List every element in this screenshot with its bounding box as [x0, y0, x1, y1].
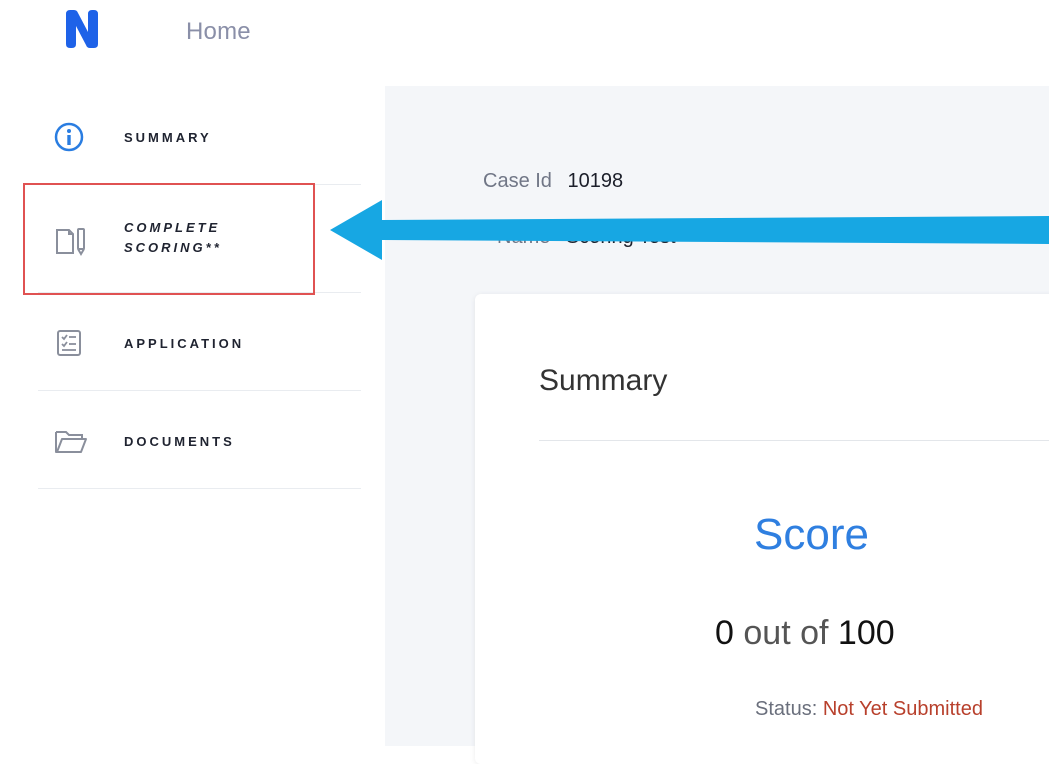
status-line: Status: Not Yet Submitted: [755, 698, 983, 721]
sidebar-item-label: SUMMARY: [124, 130, 212, 145]
score-heading: Score: [754, 510, 869, 559]
card-title: Summary: [539, 364, 668, 397]
score-value: 0: [715, 614, 734, 652]
score-line: 0 out of 100: [715, 614, 895, 653]
folder-icon: [55, 431, 87, 453]
case-id-row: Case Id 10198: [483, 170, 623, 193]
top-bar: Home: [0, 0, 1049, 86]
checklist-icon: [57, 330, 81, 356]
card-divider: [539, 440, 1049, 441]
highlight-box: [23, 183, 315, 295]
case-id-value: 10198: [567, 170, 624, 192]
status-label: Status:: [755, 698, 818, 720]
home-link[interactable]: Home: [186, 18, 251, 46]
sidebar-item-summary[interactable]: SUMMARY: [38, 86, 361, 185]
sidebar-item-documents[interactable]: DOCUMENTS: [38, 390, 361, 489]
status-value: Not Yet Submitted: [822, 698, 983, 720]
app-logo[interactable]: [62, 8, 102, 50]
annotation-arrow: [330, 200, 1049, 260]
score-max: 100: [837, 614, 895, 652]
main-content: Case Id 10198 Name Scoring Test Summary …: [385, 86, 1049, 764]
sidebar-item-label: APPLICATION: [124, 336, 245, 351]
case-id-label: Case Id: [483, 170, 552, 192]
summary-card: Summary Score 0 out of 100 Status: Not Y…: [475, 294, 1049, 764]
sidebar-item-label: DOCUMENTS: [124, 434, 235, 449]
score-out-of: out of: [743, 614, 829, 652]
info-circle-icon: [54, 122, 84, 152]
sidebar-item-application[interactable]: APPLICATION: [38, 292, 361, 391]
